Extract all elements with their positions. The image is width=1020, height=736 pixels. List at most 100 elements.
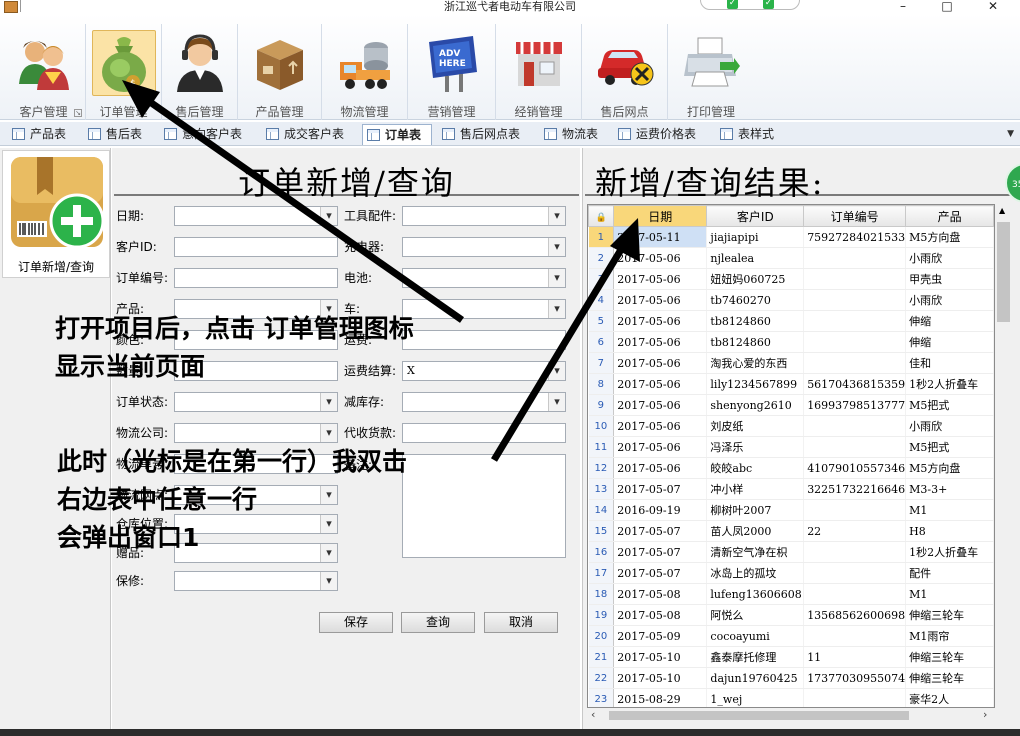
cell-customer-id[interactable]: jiajiapipi <box>706 226 805 248</box>
table-row[interactable]: 22 2017-05-10 dajun19760425 17377030955074 伸… <box>588 667 994 689</box>
cell-product[interactable]: 配件 <box>905 562 994 584</box>
cell-customer-id[interactable]: njlealea <box>706 247 805 269</box>
table-row[interactable]: 20 2017-05-09 cocoayumi M1雨帘 <box>588 625 994 647</box>
cell-date[interactable]: 2017-05-10 <box>613 646 708 668</box>
row-number[interactable]: 5 <box>588 310 615 332</box>
cell-product[interactable]: M5方向盘 <box>905 226 994 248</box>
table-row[interactable]: 13 2017-05-07 冲小样 32251732216646 M3-3+ <box>588 478 994 500</box>
cell-order-number[interactable]: 75927284021533 <box>803 226 907 248</box>
cell-product[interactable]: M1 <box>905 583 994 605</box>
cell-customer-id[interactable]: cocoayumi <box>706 625 805 647</box>
battery-combo[interactable] <box>402 268 566 288</box>
table-row[interactable]: 19 2017-05-08 阿悦么 13568562600698 伸缩三轮车 <box>588 604 994 626</box>
table-row[interactable]: 6 2017-05-06 tb8124860 伸缩 <box>588 331 994 353</box>
ribbon-order-management[interactable]: $ 订单管理 <box>86 24 162 120</box>
cell-order-number[interactable]: 56170436815359 <box>803 373 907 395</box>
scroll-up-icon[interactable]: ▲ <box>999 206 1005 215</box>
cell-date[interactable]: 2017-05-06 <box>613 352 708 374</box>
remarks-textarea[interactable] <box>402 454 566 558</box>
table-row[interactable]: 5 2017-05-06 tb8124860 伸缩 <box>588 310 994 332</box>
cell-order-number[interactable] <box>803 352 907 374</box>
cell-date[interactable]: 2017-05-07 <box>613 478 708 500</box>
date-combo[interactable] <box>174 206 338 226</box>
order-number-input[interactable] <box>174 268 338 288</box>
cell-customer-id[interactable]: 妞妞妈060725 <box>706 268 805 290</box>
cell-date[interactable]: 2017-05-06 <box>613 331 708 353</box>
cell-date[interactable]: 2017-05-08 <box>613 604 708 626</box>
table-row[interactable]: 9 2017-05-06 shenyong2610 16993798513777 M5把… <box>588 394 994 416</box>
cell-order-number[interactable] <box>803 331 907 353</box>
maximize-button[interactable]: □ <box>932 0 962 14</box>
cell-order-number[interactable]: 32251732216646 <box>803 478 907 500</box>
cell-order-number[interactable] <box>803 583 907 605</box>
select-all-corner[interactable]: 🔒 <box>588 205 615 227</box>
table-row[interactable]: 15 2017-05-07 苗人凤2000 22 H8 <box>588 520 994 542</box>
row-number[interactable]: 17 <box>588 562 615 584</box>
tab-order-table[interactable]: 订单表 <box>362 124 432 145</box>
row-number[interactable]: 20 <box>588 625 615 647</box>
cell-order-number[interactable] <box>803 436 907 458</box>
cell-order-number[interactable]: 13568562600698 <box>803 604 907 626</box>
cell-product[interactable]: 伸缩 <box>905 331 994 353</box>
row-number[interactable]: 23 <box>588 688 615 707</box>
ribbon-marketing-management[interactable]: ADV HERE 营销管理 <box>408 24 496 120</box>
cell-customer-id[interactable]: lufeng13606608 <box>706 583 805 605</box>
tab-table-style[interactable]: 表样式 <box>716 124 774 145</box>
row-number[interactable]: 15 <box>588 520 615 542</box>
cell-date[interactable]: 2017-05-06 <box>613 394 708 416</box>
cell-order-number[interactable] <box>803 688 907 707</box>
order-status-combo[interactable] <box>174 392 338 412</box>
table-row[interactable]: 16 2017-05-07 清新空气净在枳 1秒2人折叠车 <box>588 541 994 563</box>
cell-date[interactable]: 2017-05-06 <box>613 373 708 395</box>
row-number[interactable]: 7 <box>588 352 615 374</box>
cell-order-number[interactable] <box>803 562 907 584</box>
group-dialog-launcher-icon[interactable]: ↘ <box>74 109 82 117</box>
cancel-button[interactable]: 取消 <box>484 612 558 633</box>
horizontal-scroll-thumb[interactable] <box>609 711 909 720</box>
cell-product[interactable]: 1秒2人折叠车 <box>905 541 994 563</box>
ribbon-customer-management[interactable]: 客户管理 <box>2 24 86 120</box>
vertical-scrollbar[interactable]: ▲ <box>995 204 1012 708</box>
cell-date[interactable]: 2017-05-06 <box>613 436 708 458</box>
cell-customer-id[interactable]: tb8124860 <box>706 331 805 353</box>
ribbon-service-outlets[interactable]: 售后网点 <box>582 24 668 120</box>
cell-customer-id[interactable]: 冰岛上的孤坟 <box>706 562 805 584</box>
cell-order-number[interactable]: 16993798513777 <box>803 394 907 416</box>
cell-date[interactable]: 2017-05-07 <box>613 562 708 584</box>
horizontal-scrollbar[interactable]: ‹ › <box>587 708 995 723</box>
cod-amount-input[interactable] <box>402 423 566 443</box>
column-header-product[interactable]: 产品 <box>905 205 994 227</box>
cell-date[interactable]: 2017-05-06 <box>613 415 708 437</box>
cell-customer-id[interactable]: 冯泽乐 <box>706 436 805 458</box>
ribbon-distribution-management[interactable]: 经销管理 <box>496 24 582 120</box>
cell-product[interactable]: M5方向盘 <box>905 457 994 479</box>
cell-customer-id[interactable]: 鑫泰摩托修理 <box>706 646 805 668</box>
logistics-company-combo[interactable] <box>174 423 338 443</box>
tab-after-sales-table[interactable]: 售后表 <box>84 124 142 145</box>
tab-overflow-icon[interactable]: ▼ <box>1007 129 1014 139</box>
row-number[interactable]: 4 <box>588 289 615 311</box>
cell-customer-id[interactable]: 皎皎abc <box>706 457 805 479</box>
cell-order-number[interactable]: 17377030955074 <box>803 667 907 689</box>
cell-date[interactable]: 2017-05-06 <box>613 289 708 311</box>
cell-product[interactable]: 伸缩 <box>905 310 994 332</box>
cell-product[interactable]: 小雨欣 <box>905 289 994 311</box>
tab-product-table[interactable]: 产品表 <box>8 124 66 145</box>
cell-order-number[interactable]: 22 <box>803 520 907 542</box>
scroll-left-icon[interactable]: ‹ <box>591 708 595 721</box>
cell-order-number[interactable] <box>803 310 907 332</box>
tab-logistics-table[interactable]: 物流表 <box>540 124 598 145</box>
vehicle-combo[interactable] <box>402 299 566 319</box>
cell-customer-id[interactable]: shenyong2610 <box>706 394 805 416</box>
nav-add-query-order[interactable]: 订单新增/查询 <box>2 150 110 278</box>
column-header-customer-id[interactable]: 客户ID <box>706 205 805 227</box>
cell-customer-id[interactable]: 阿悦么 <box>706 604 805 626</box>
ribbon-product-management[interactable]: 产品管理 <box>238 24 322 120</box>
row-number[interactable]: 2 <box>588 247 615 269</box>
row-number[interactable]: 10 <box>588 415 615 437</box>
cell-customer-id[interactable]: lily1234567899 <box>706 373 805 395</box>
cell-product[interactable]: M3-3+ <box>905 478 994 500</box>
cell-customer-id[interactable]: 清新空气净在枳 <box>706 541 805 563</box>
cell-product[interactable]: 伸缩三轮车 <box>905 604 994 626</box>
cell-customer-id[interactable]: 苗人凤2000 <box>706 520 805 542</box>
